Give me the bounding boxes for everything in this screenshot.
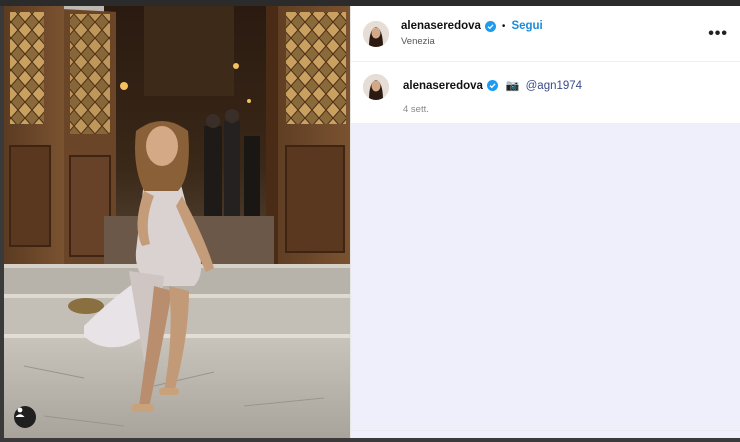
post-dialog: alenaseredova • Segui Venezia ••• alenas…: [4, 6, 740, 438]
post-timestamp[interactable]: 4 sett.: [403, 104, 582, 115]
avatar-image: [363, 74, 389, 100]
avatar[interactable]: [363, 20, 389, 47]
post-photo[interactable]: [4, 6, 350, 438]
photo-illustration: [4, 6, 350, 438]
post-side-panel: alenaseredova • Segui Venezia ••• alenas…: [350, 6, 740, 438]
caption-body: alenaseredova 📷 @agn1974 4 sett.: [403, 74, 582, 123]
caption-row: alenaseredova 📷 @agn1974 4 sett.: [351, 62, 740, 124]
user-tag-button[interactable]: [14, 406, 36, 428]
camera-emoji: 📷: [505, 80, 520, 92]
comments-area: [351, 124, 740, 430]
follow-button[interactable]: Segui: [511, 20, 542, 32]
post-header: alenaseredova • Segui Venezia •••: [351, 6, 740, 62]
header-text: alenaseredova • Segui Venezia: [401, 20, 543, 47]
bottom-bar: [351, 430, 740, 438]
person-icon: [15, 407, 25, 417]
more-options-icon[interactable]: •••: [708, 25, 728, 43]
caption-avatar[interactable]: [363, 74, 389, 100]
header-line: alenaseredova • Segui: [401, 20, 543, 32]
username-link[interactable]: alenaseredova: [401, 20, 481, 32]
verified-badge-icon: [486, 80, 498, 91]
caption-username-link[interactable]: alenaseredova: [403, 80, 483, 92]
location-link[interactable]: Venezia: [401, 36, 543, 47]
mention-link[interactable]: @agn1974: [526, 80, 582, 92]
caption-line: alenaseredova 📷 @agn1974: [403, 79, 582, 93]
verified-badge-icon: [484, 20, 496, 32]
avatar-image: [363, 20, 389, 47]
separator-dot: •: [501, 20, 506, 32]
